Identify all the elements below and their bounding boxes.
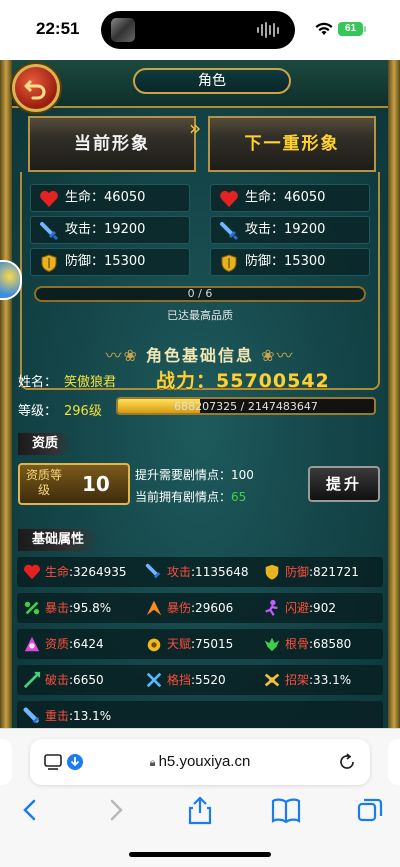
next-attack-stat: 攻击：19200 [210,216,370,244]
character-level: 296级 [64,404,102,419]
attr-row: 重击:13.1% [17,701,383,728]
sword-icon [40,222,59,241]
level-label: 等级： [18,404,58,419]
bookmarks-icon[interactable] [266,795,306,825]
current-defense-stat: 防御：15300 [30,248,190,276]
next-appearance-panel[interactable]: 下一重形象 [208,116,376,172]
attr-attack: 攻击:1135648 [143,557,249,587]
shield-icon [265,564,279,580]
forward-icon[interactable] [96,795,136,825]
crit-icon [24,601,40,615]
url-display: 🔒︎ h5.youxiya.cn [149,753,251,770]
attr-talent: 天赋:75015 [143,629,233,659]
next-tab-peek[interactable] [388,739,400,785]
frame-right [388,60,400,728]
dodge-icon [265,599,278,616]
ornament-icon: ❀〰 [254,346,295,365]
basic-info-title: 〰❀ 角色基础信息 ❀〰 [105,346,295,365]
shield-icon [221,254,237,273]
heart-icon [24,564,40,580]
back-arrow-icon [24,79,46,100]
back-button[interactable] [12,64,60,112]
combat-power: 战力：55700542 [156,370,330,392]
max-quality-status: 已达最高品质 [167,309,233,322]
attr-crit: 暴击:95.8% [21,593,111,623]
audio-wave-icon [257,22,281,38]
next-hp-stat: 生命：46050 [210,184,370,212]
pierce-icon [23,671,41,689]
attr-row: 破击:6650 格挡:5520 招架:33.1% [17,665,383,695]
attr-row: 生命:3264935 攻击:1135648 防御:821721 [17,557,383,587]
ornament-icon: 〰❀ [105,346,146,365]
owned-plot-points: 当前拥有剧情点：65 [135,490,247,504]
attr-parry: 招架:33.1% [261,665,351,695]
exp-text: 688207325 / 2147483647 [174,400,318,413]
battery-tip [364,26,366,32]
floating-assistant-button[interactable] [0,260,22,300]
block-icon [146,672,162,688]
attributes-section-label: 基础属性 [18,529,99,551]
attr-row: 资质:6424 天赋:75015 根骨:68580 [17,629,383,659]
attr-crit-damage: 暴伤:29606 [143,593,233,623]
lock-icon: 🔒︎ [149,757,159,769]
page-title: 角色 [133,68,291,94]
dynamic-island[interactable] [101,11,295,49]
heavy-hit-icon [23,707,40,724]
tabs-icon[interactable] [350,795,390,825]
heart-icon [40,190,58,207]
wifi-icon [315,22,333,35]
aptitude-section-label: 资质 [18,433,73,455]
crit-damage-icon [146,600,162,616]
exp-progress-bar: 688207325 / 2147483647 [116,397,376,415]
sword-icon [145,563,161,579]
name-label: 姓名： [18,375,58,390]
attr-bone: 根骨:68580 [261,629,351,659]
current-attack-stat: 攻击：19200 [30,216,190,244]
game-screen: 角色 当前形象 » 下一重形象 生命：46050 攻击：19200 防御：153… [0,60,400,728]
frame-left [0,60,12,728]
character-name: 笑傲狼君 [64,375,117,390]
next-defense-stat: 防御：15300 [210,248,370,276]
attr-pierce: 破击:6650 [21,665,104,695]
talent-icon [147,638,161,652]
attr-defense: 防御:821721 [261,557,359,587]
previous-tab-peek[interactable] [0,739,12,785]
upgrade-button[interactable]: 提升 [308,466,380,502]
home-indicator[interactable] [129,852,271,857]
clock: 22:51 [36,19,80,38]
current-hp-stat: 生命：46050 [30,184,190,212]
title-bar: 角色 [12,60,388,108]
status-bar: 22:51 61 [0,0,400,60]
aptitude-level-value: 10 [82,472,110,496]
browser-toolbar: 🔒︎ h5.youxiya.cn [0,728,400,867]
attr-row: 暴击:95.8% 暴伤:29606 闪避:902 [17,593,383,623]
bone-icon [264,637,280,652]
required-plot-points: 提升需要剧情点：100 [135,468,254,482]
attr-block: 格挡:5520 [143,665,226,695]
battery-icon: 61 [338,22,363,36]
now-playing-thumbnail [111,18,135,42]
heart-icon [220,190,238,207]
share-icon[interactable] [180,795,220,825]
back-icon[interactable] [10,795,50,825]
current-appearance-panel[interactable]: 当前形象 [28,116,196,172]
sword-icon [220,222,239,241]
attr-dodge: 闪避:902 [261,593,336,623]
attr-aptitude: 资质:6424 [21,629,104,659]
next-arrow-icon: » [189,116,202,140]
shield-icon [41,254,57,273]
address-bar[interactable]: 🔒︎ h5.youxiya.cn [30,739,370,785]
parry-icon [264,673,280,687]
quality-progress-bar: 0 / 6 [34,286,366,302]
aptitude-icon [24,636,40,652]
aptitude-level-label: 资质等级 [26,468,63,497]
attr-hp: 生命:3264935 [21,557,127,587]
reload-icon[interactable] [338,753,356,771]
aptitude-level-box: 资质等级 10 [18,463,130,505]
attr-heavy-hit: 重击:13.1% [21,701,111,728]
